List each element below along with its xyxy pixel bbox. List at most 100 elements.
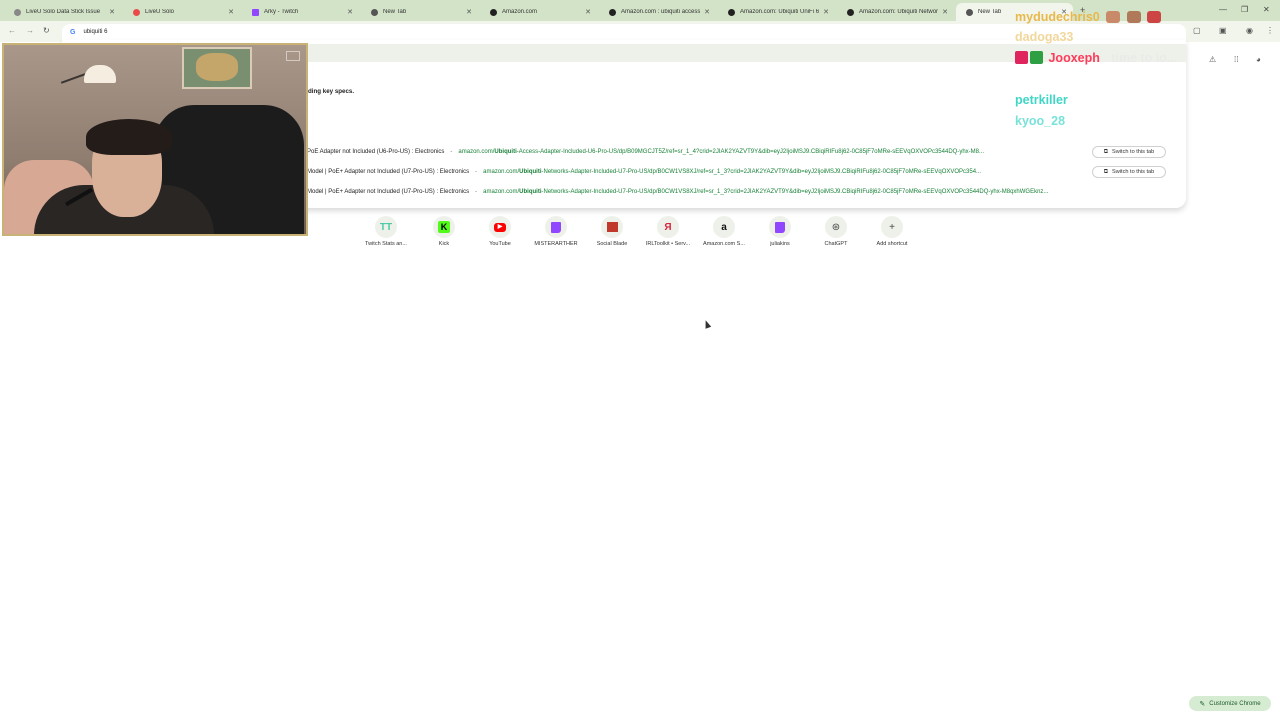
mouse-cursor-icon [702, 319, 712, 329]
chat-text: time to lo... [1111, 51, 1178, 65]
close-icon[interactable]: ✕ [347, 8, 353, 16]
bell-icon[interactable]: ⚠ [1209, 55, 1216, 64]
tab-amazon-ubiquiti-access[interactable]: Amazon.com : ubiquiti access p ✕ [599, 3, 716, 21]
extensions-icon[interactable]: ▢ [1193, 26, 1201, 35]
tab-title: Amazon.com [502, 9, 538, 15]
twitch-icon [545, 216, 567, 238]
shortcut-misterarther[interactable]: MISTERARTHER [528, 216, 584, 247]
shortcut-youtube[interactable]: ▶ YouTube [472, 216, 528, 247]
switch-tab-icon: ⧉ [1103, 168, 1108, 175]
switch-to-tab-button[interactable]: ⧉ Switch to this tab [1092, 166, 1166, 178]
suggestion-title: Model | PoE+ Adapter not Included (U7-Pr… [307, 189, 470, 195]
tab-title: Amazon.com: Ubiquiti Network [859, 9, 939, 15]
twitch-icon [769, 216, 791, 238]
address-bar-text: ubiquiti 6 [83, 29, 108, 35]
minimize-icon[interactable]: — [1219, 5, 1227, 14]
profile-icon[interactable]: ◉ [1246, 26, 1253, 35]
amazon-icon [847, 8, 854, 16]
tab-title: Arky - Twitch [264, 9, 299, 15]
chatgpt-icon: ⊛ [825, 216, 847, 238]
shortcut-twitch-stats[interactable]: TT Twitch Stats an... [358, 216, 414, 247]
shortcut-add[interactable]: + Add shortcut [864, 216, 920, 247]
emote-icon [1106, 11, 1121, 23]
twitch-stats-icon: TT [375, 216, 397, 238]
close-icon[interactable]: ✕ [466, 8, 472, 16]
shortcut-label: Amazon.com S... [703, 241, 745, 247]
back-icon[interactable]: ← [8, 26, 16, 35]
tab-amazon-ubiquiti-network[interactable]: Amazon.com: Ubiquiti Network ✕ [837, 3, 954, 21]
maximize-icon[interactable]: ❐ [1241, 5, 1248, 14]
tab-title: Amazon.com : ubiquiti access p [621, 9, 701, 15]
switch-tab-icon: ⧉ [1103, 148, 1108, 155]
shortcut-chatgpt[interactable]: ⊛ ChatGPT [808, 216, 864, 247]
badge-icon [1015, 51, 1028, 64]
irltoolkit-icon: Я [657, 216, 679, 238]
emote-icon [1126, 11, 1141, 23]
amazon-icon [490, 8, 497, 16]
shortcut-label: Kick [438, 241, 450, 247]
tab-favicon-icon [14, 8, 21, 16]
tab-favicon-icon [133, 8, 140, 16]
reload-icon[interactable]: ↻ [43, 26, 50, 35]
plus-icon: + [881, 216, 903, 238]
tab-amazon-unifi-6[interactable]: Amazon.com: Ubiquiti UniFi 6 ✕ [718, 3, 835, 21]
suggestion-row[interactable]: Model | PoE+ Adapter not Included (U7-Pr… [307, 166, 981, 178]
shortcut-label: Social Blade [596, 241, 628, 247]
suggestion-url: amazon.com/Ubiquiti-Access-Adapter-Inclu… [458, 149, 984, 155]
account-avatar-icon[interactable]: ◕ [1256, 55, 1261, 64]
chat-username: Jooxeph [1048, 51, 1100, 65]
tab-title: Amazon.com: Ubiquiti UniFi 6 [740, 9, 820, 15]
forward-icon[interactable]: → [26, 26, 34, 35]
close-icon[interactable]: ✕ [942, 8, 948, 16]
chrome-icon [966, 8, 973, 16]
lamp [84, 65, 116, 83]
shortcut-amazon[interactable]: a Amazon.com S... [696, 216, 752, 247]
close-icon[interactable]: ✕ [704, 8, 710, 16]
wall-painting-detail [196, 53, 238, 81]
suggestion-url: amazon.com/Ubiquiti-Networks-Adapter-Inc… [483, 189, 1049, 195]
shortcut-social-blade[interactable]: Social Blade [584, 216, 640, 247]
close-icon[interactable]: ✕ [823, 8, 829, 16]
shortcut-label: Twitch Stats an... [365, 241, 407, 247]
chat-message: dadoga33 [1015, 30, 1073, 44]
apps-grid-icon[interactable]: ⁞⁞ [1234, 55, 1238, 64]
menu-icon[interactable]: ⋮ [1266, 26, 1274, 35]
webcam-corner-icon [286, 51, 300, 61]
customize-chrome-button[interactable]: ✎ Customize Chrome [1189, 696, 1271, 711]
badge-icon [1030, 51, 1043, 64]
switch-to-tab-button[interactable]: ⧉ Switch to this tab [1092, 146, 1166, 158]
close-icon[interactable]: ✕ [109, 8, 115, 16]
close-icon[interactable]: ✕ [585, 8, 591, 16]
shortcut-juliakins[interactable]: juliakins [752, 216, 808, 247]
youtube-icon: ▶ [489, 216, 511, 238]
shortcut-label: YouTube [489, 241, 511, 247]
close-icon[interactable]: ✕ [228, 8, 234, 16]
social-blade-icon [601, 216, 623, 238]
shortcut-irltoolkit[interactable]: Я IRLToolkit • Serv... [640, 216, 696, 247]
tab-amazon[interactable]: Amazon.com ✕ [480, 3, 597, 21]
shortcut-kick[interactable]: K Kick [416, 216, 472, 247]
pencil-icon: ✎ [1199, 700, 1206, 708]
window-close-icon[interactable]: ✕ [1263, 5, 1270, 14]
webcam-overlay [2, 43, 308, 236]
side-panel-icon[interactable]: ▣ [1219, 26, 1227, 35]
tab-title: LiveU Solo [145, 9, 175, 15]
tab-liveu-solo[interactable]: LiveU Solo ✕ [123, 3, 240, 21]
chat-username: dadoga33 [1015, 30, 1074, 44]
tab-title: New Tab [383, 9, 407, 15]
chrome-icon [371, 8, 378, 16]
suggestion-row[interactable]: PoE Adapter not Included (U6-Pro-US) : E… [307, 146, 984, 158]
emote-icon [1147, 11, 1162, 23]
tab-new-tab[interactable]: New Tab ✕ [361, 3, 478, 21]
tab-title: LiveU Solo Data Stick Issue [26, 9, 101, 15]
tab-liveu-data-stick[interactable]: LiveU Solo Data Stick Issue ✕ [4, 3, 121, 21]
shortcut-label: ChatGPT [824, 241, 848, 247]
suggestion-title: Model | PoE+ Adapter not Included (U7-Pr… [307, 169, 470, 175]
chat-username: kyoo_28 [1015, 114, 1066, 128]
suggestion-row[interactable]: Model | PoE+ Adapter not Included (U7-Pr… [307, 186, 1048, 198]
twitch-icon [252, 8, 259, 16]
tab-arky-twitch[interactable]: Arky - Twitch ✕ [242, 3, 359, 21]
shortcut-label: IRLToolkit • Serv... [645, 241, 691, 247]
chat-message: petrkiller [1015, 93, 1068, 107]
browser-window: LiveU Solo Data Stick Issue ✕ LiveU Solo… [0, 0, 1280, 720]
